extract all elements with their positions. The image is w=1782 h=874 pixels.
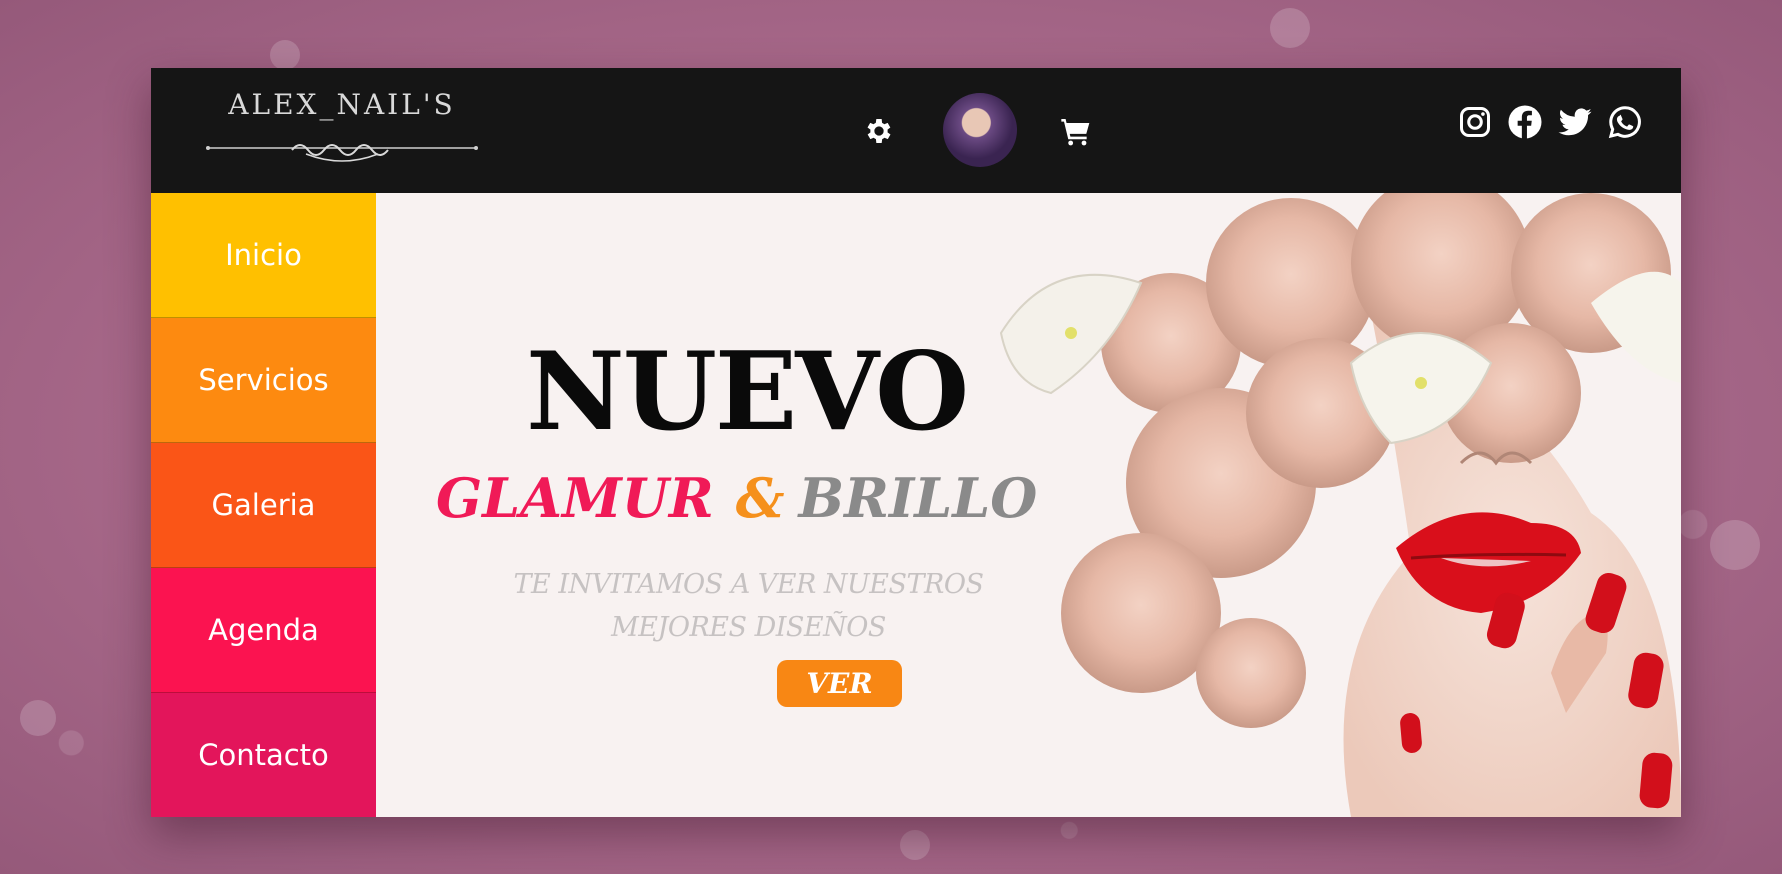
avatar[interactable]	[943, 93, 1017, 167]
hero-subtitle: GLAMUR & BRILLO	[436, 471, 1086, 525]
website-frame: ALEX_NAIL'S Inicio Servicios Galeria Age…	[151, 68, 1681, 817]
sidebar-item-label: Agenda	[208, 613, 319, 647]
cart-icon[interactable]	[1059, 115, 1093, 147]
logo-flourish-icon	[206, 144, 478, 162]
hero-banner: NUEVO GLAMUR & BRILLO TE INVITAMOS A VER N…	[376, 193, 1681, 817]
bokeh-dot	[1710, 520, 1760, 570]
bokeh-dot	[900, 830, 930, 860]
hero-tagline-line1: TE INVITAMOS A VER NUESTROS	[513, 569, 984, 600]
hero-tagline: TE INVITAMOS A VER NUESTROS MEJORES DISE…	[476, 563, 1021, 649]
social-links	[1457, 104, 1643, 144]
sidebar-item-label: Inicio	[225, 238, 302, 272]
hero-subtitle-ampersand: &	[735, 466, 785, 530]
facebook-icon[interactable]	[1507, 104, 1543, 140]
bokeh-dot	[1270, 8, 1310, 48]
site-header: ALEX_NAIL'S	[151, 68, 1681, 193]
sidebar-item-label: Servicios	[198, 363, 329, 397]
whatsapp-icon[interactable]	[1607, 104, 1643, 140]
ver-button[interactable]: VER	[777, 660, 902, 707]
sidebar-item-contacto[interactable]: Contacto	[151, 693, 376, 817]
brand-logo[interactable]: ALEX_NAIL'S	[206, 88, 478, 178]
instagram-icon[interactable]	[1457, 104, 1493, 140]
hero-subtitle-glamur: GLAMUR	[436, 466, 714, 530]
sidebar-item-servicios[interactable]: Servicios	[151, 318, 376, 443]
gear-icon[interactable]	[863, 115, 895, 147]
hero-tagline-line2: MEJORES DISEÑOS	[611, 612, 886, 643]
sidebar-item-inicio[interactable]: Inicio	[151, 193, 376, 318]
sidebar-item-galeria[interactable]: Galeria	[151, 443, 376, 568]
sidebar-nav: Inicio Servicios Galeria Agenda Contacto	[151, 193, 376, 817]
hero-subtitle-brillo: BRILLO	[798, 466, 1038, 530]
sidebar-item-label: Contacto	[198, 738, 329, 772]
hero-title: NUEVO	[526, 329, 969, 455]
logo-text: ALEX_NAIL'S	[228, 88, 456, 121]
hero-flowers-lips-image	[991, 193, 1681, 817]
sidebar-item-agenda[interactable]: Agenda	[151, 568, 376, 693]
bokeh-dot	[270, 40, 300, 70]
sidebar-item-label: Galeria	[211, 488, 316, 522]
twitter-icon[interactable]	[1557, 104, 1593, 140]
bokeh-dot	[20, 700, 56, 736]
